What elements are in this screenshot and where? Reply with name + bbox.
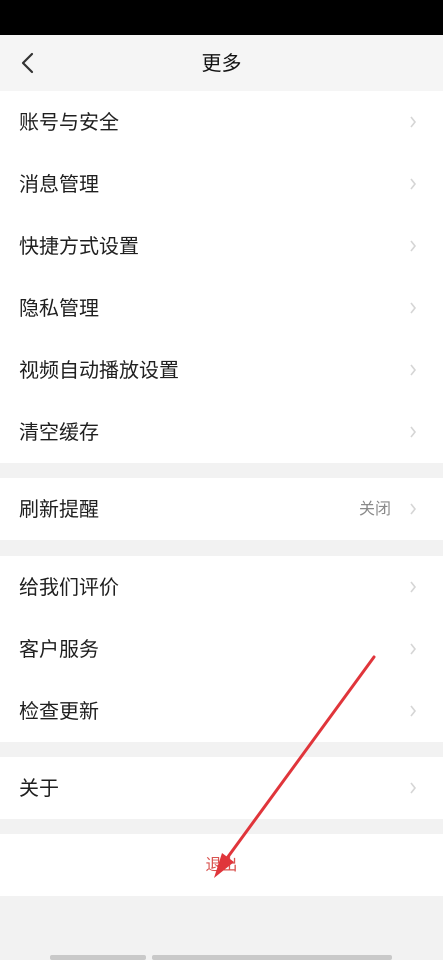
menu-item-privacy-management[interactable]: 隐私管理 [0, 277, 443, 339]
chevron-right-icon [410, 581, 417, 593]
chevron-right-icon [410, 643, 417, 655]
navigation-bar: 更多 [0, 35, 443, 91]
chevron-left-icon [21, 52, 34, 74]
chevron-right-icon [410, 426, 417, 438]
chevron-right-icon [410, 302, 417, 314]
logout-button[interactable]: 退出 [0, 834, 443, 896]
settings-group-refresh: 刷新提醒 关闭 [0, 478, 443, 540]
menu-item-video-autoplay[interactable]: 视频自动播放设置 [0, 339, 443, 401]
menu-item-label: 账号与安全 [19, 110, 119, 134]
logout-section: 退出 [0, 834, 443, 896]
menu-item-refresh-reminder[interactable]: 刷新提醒 关闭 [0, 478, 443, 540]
menu-item-label: 刷新提醒 [19, 497, 99, 521]
menu-item-label: 客户服务 [19, 637, 99, 661]
menu-item-label: 消息管理 [19, 172, 99, 196]
menu-item-label: 关于 [19, 776, 59, 800]
settings-group-account: 账号与安全 消息管理 快捷方式设置 隐私管理 视频自动播放设置 清空缓存 [0, 91, 443, 463]
chevron-right-icon [410, 116, 417, 128]
chevron-right-icon [410, 503, 417, 515]
menu-item-account-security[interactable]: 账号与安全 [0, 91, 443, 153]
menu-item-label: 快捷方式设置 [19, 234, 139, 258]
menu-item-clear-cache[interactable]: 清空缓存 [0, 401, 443, 463]
menu-item-about[interactable]: 关于 [0, 757, 443, 819]
chevron-right-icon [410, 705, 417, 717]
settings-group-support: 给我们评价 客户服务 检查更新 [0, 556, 443, 742]
menu-item-label: 视频自动播放设置 [19, 358, 179, 382]
chevron-right-icon [410, 782, 417, 794]
status-bar [0, 0, 443, 35]
chevron-right-icon [410, 240, 417, 252]
back-button[interactable] [12, 47, 44, 79]
menu-item-label: 给我们评价 [19, 575, 119, 599]
bottom-indicator [50, 955, 146, 960]
menu-item-check-update[interactable]: 检查更新 [0, 680, 443, 742]
chevron-right-icon [410, 178, 417, 190]
bottom-indicator [152, 955, 392, 960]
menu-item-rate-us[interactable]: 给我们评价 [0, 556, 443, 618]
chevron-right-icon [410, 364, 417, 376]
menu-item-value: 关闭 [358, 499, 391, 518]
menu-item-label: 隐私管理 [19, 296, 99, 320]
menu-item-message-management[interactable]: 消息管理 [0, 153, 443, 215]
menu-item-label: 检查更新 [19, 699, 99, 723]
menu-item-shortcut-settings[interactable]: 快捷方式设置 [0, 215, 443, 277]
settings-group-about: 关于 [0, 757, 443, 819]
menu-item-label: 清空缓存 [19, 420, 99, 444]
page-title: 更多 [201, 51, 242, 75]
menu-item-customer-service[interactable]: 客户服务 [0, 618, 443, 680]
